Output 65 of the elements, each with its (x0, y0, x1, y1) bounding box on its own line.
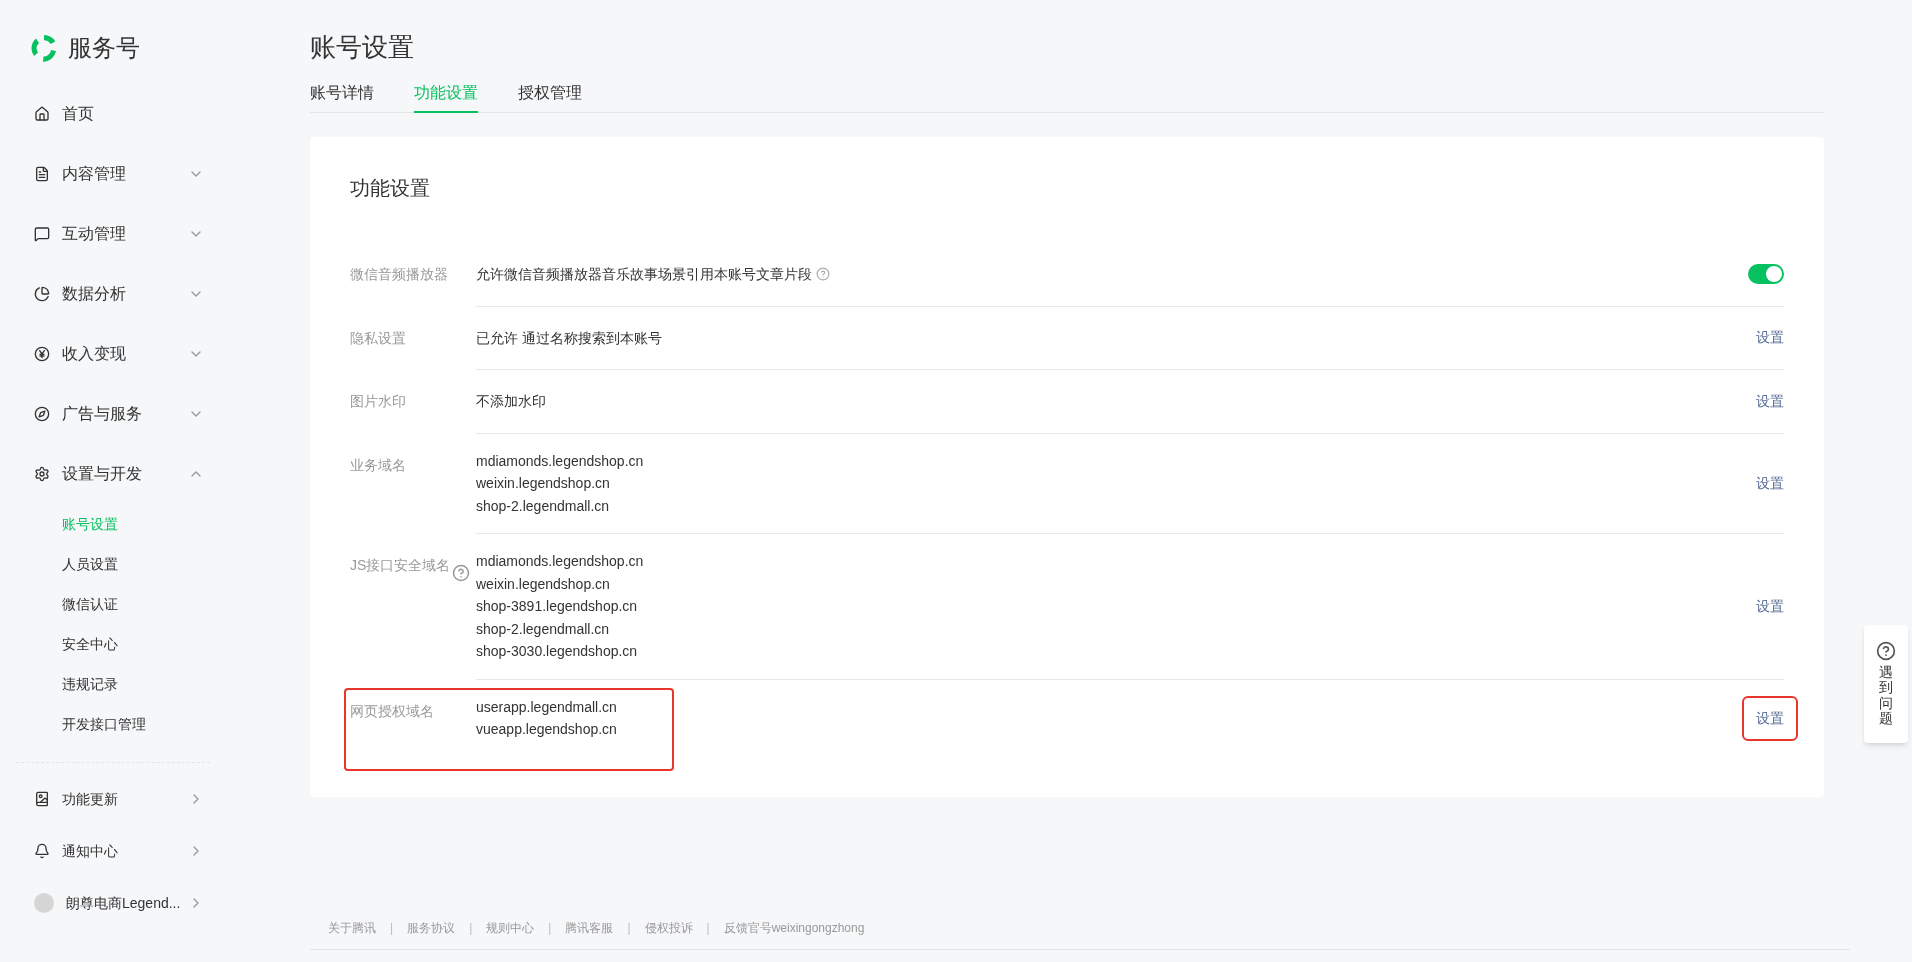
compass-icon (34, 406, 50, 422)
help-panel[interactable]: 遇到问题 (1864, 625, 1908, 743)
setting-value: shop-3030.legendshop.cn (476, 642, 638, 661)
setting-label: 隐私设置 (350, 328, 407, 348)
setting-value: mdiamonds.legendshop.cn (476, 451, 644, 471)
setting-label: 微信音频播放器 (350, 265, 449, 284)
setting-value: shop-2.legendmall.cn (476, 619, 610, 639)
book-icon (34, 791, 50, 807)
setting-value: weixin.legendshop.cn (476, 474, 610, 493)
bell-icon (34, 843, 50, 859)
setting-value: 允许微信音频播放器音乐故事场景引用本账号文章片段 (476, 265, 812, 284)
help-label: 遇到问题 (1879, 665, 1893, 727)
nav-item[interactable]: 内容管理 (28, 144, 210, 204)
footer-separator: | (469, 920, 473, 937)
settings-link[interactable]: 设置 (1756, 327, 1784, 349)
help-icon (816, 267, 830, 282)
pie-chart-icon (34, 286, 50, 302)
settings-link[interactable]: 设置 (1744, 697, 1796, 739)
setting-value: shop-2.legendmall.cn (476, 496, 610, 516)
setting-value: 不添加水印 (476, 392, 546, 411)
setting-label: 业务域名 (350, 455, 407, 475)
nav-subitem[interactable]: 开发接口管理 (28, 704, 210, 744)
tab[interactable]: 账号详情 (310, 81, 374, 113)
nav-item[interactable]: 通知中心 (28, 825, 210, 877)
footer-separator: | (706, 920, 710, 937)
tab[interactable]: 授权管理 (518, 81, 582, 113)
document-icon (34, 166, 50, 182)
chat-bubble-icon (34, 226, 50, 242)
help-icon (1876, 641, 1896, 661)
home-icon (34, 106, 50, 122)
nav-subitem[interactable]: 人员设置 (28, 544, 210, 584)
toggle-switch[interactable] (1748, 264, 1784, 285)
nav-subitem[interactable]: 违规记录 (28, 664, 210, 704)
nav-item[interactable]: 首页 (28, 84, 210, 144)
nav-item[interactable]: 设置与开发 (28, 444, 210, 504)
setting-value: vueapp.legendshop.cn (476, 720, 617, 739)
nav-item[interactable]: 互动管理 (28, 204, 210, 264)
setting-label: JS接口安全域名 (350, 556, 450, 575)
help-icon (452, 564, 470, 582)
nav-subitem[interactable]: 安全中心 (28, 624, 210, 664)
nav-subitem[interactable]: 微信认证 (28, 584, 210, 624)
setting-label: 图片水印 (350, 392, 407, 411)
page-title: 账号设置 (310, 31, 414, 64)
settings-link[interactable]: 设置 (1756, 595, 1784, 617)
settings-link[interactable]: 设置 (1756, 390, 1784, 412)
nav-item[interactable]: 数据分析 (28, 264, 210, 324)
settings-link[interactable]: 设置 (1756, 472, 1784, 494)
avatar (34, 893, 54, 913)
setting-label: 网页授权域名 (350, 701, 435, 721)
setting-value: weixin.legendshop.cn (476, 574, 610, 594)
nav-item[interactable]: 收入变现 (28, 324, 210, 384)
nav-item[interactable]: 广告与服务 (28, 384, 210, 444)
card-title: 功能设置 (350, 176, 430, 201)
setting-value: userapp.legendmall.cn (476, 697, 617, 717)
footer-separator: | (548, 920, 552, 937)
setting-value: mdiamonds.legendshop.cn (476, 552, 644, 571)
brand-name: 服务号 (68, 33, 140, 63)
footer-separator: | (390, 920, 394, 937)
footer-separator: | (627, 920, 631, 937)
setting-value: 已允许 通过名称搜索到本账号 (476, 328, 662, 348)
nav-item[interactable]: 朗尊电商Legend... (28, 877, 210, 929)
nav-item[interactable]: 功能更新 (28, 773, 210, 825)
yen-icon (34, 346, 50, 362)
setting-value: shop-3891.legendshop.cn (476, 597, 638, 616)
gear-icon (34, 466, 50, 482)
